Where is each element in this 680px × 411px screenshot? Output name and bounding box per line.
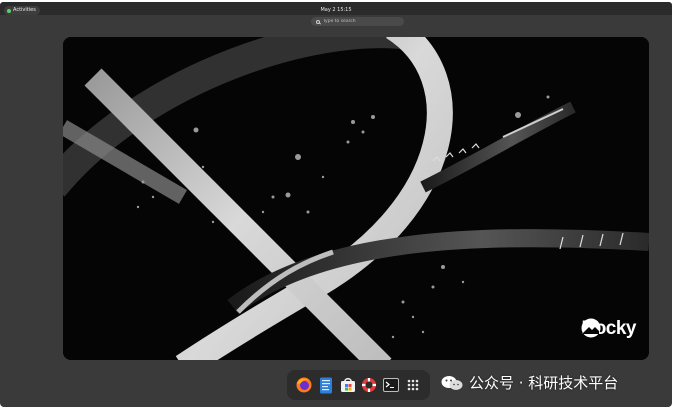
top-bar: Activities May 2 15:15 (0, 2, 672, 15)
clock[interactable]: May 2 15:15 (0, 6, 672, 15)
wechat-icon (441, 375, 463, 390)
help-icon (362, 378, 377, 392)
watermark-text: 公众号 · 科研技术平台 (469, 374, 619, 392)
dock-item-software[interactable] (339, 377, 356, 394)
rocky-logo: Rocky (581, 318, 636, 340)
terminal-icon (383, 378, 400, 392)
dock-item-terminal[interactable] (383, 377, 400, 394)
dock (287, 370, 430, 400)
text-editor-icon (319, 377, 332, 393)
app-grid-icon (407, 379, 419, 391)
watermark: 公众号 · 科研技术平台 (441, 372, 618, 393)
dock-item-show-applications[interactable] (405, 377, 422, 394)
search-icon (316, 19, 320, 24)
dock-item-firefox[interactable] (295, 377, 312, 394)
dock-item-help[interactable] (361, 377, 378, 394)
firefox-icon (296, 377, 312, 393)
wallpaper-image (63, 37, 649, 360)
workspace-thumbnail[interactable]: Rocky (63, 37, 649, 360)
search-bar[interactable] (311, 17, 404, 26)
search-input[interactable] (323, 19, 393, 24)
rocky-logo-icon (581, 318, 601, 338)
dock-item-text-editor[interactable] (317, 377, 334, 394)
screen: Activities May 2 15:15 Type to search Ro… (0, 0, 680, 411)
software-icon (340, 378, 355, 392)
